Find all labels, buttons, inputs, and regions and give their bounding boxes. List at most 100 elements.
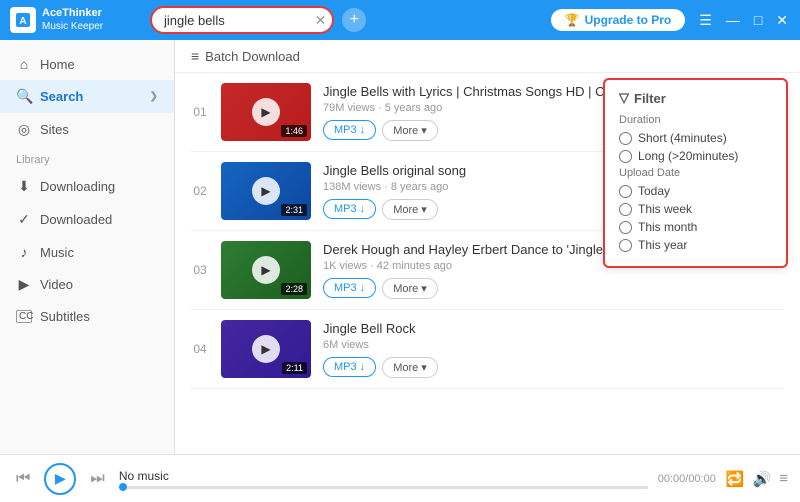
play-icon: ▶ — [252, 256, 280, 284]
play-icon: ▶ — [252, 98, 280, 126]
filter-option-year[interactable]: This year — [619, 238, 772, 252]
home-icon: ⌂ — [16, 56, 32, 72]
filter-radio-week[interactable] — [619, 203, 632, 216]
filter-radio-month[interactable] — [619, 221, 632, 234]
result-number: 01 — [191, 105, 209, 119]
progress-dot — [119, 483, 127, 491]
filter-radio-today[interactable] — [619, 185, 632, 198]
more-options-button[interactable]: More ▾ — [382, 278, 438, 299]
search-input[interactable] — [150, 6, 334, 34]
search-clear-button[interactable]: ✕ — [315, 13, 327, 27]
app-logo: A AceThinker Music Keeper — [10, 7, 140, 33]
filter-icon: ▽ — [619, 90, 629, 106]
duration-label: Duration — [619, 114, 772, 126]
upgrade-button[interactable]: 🏆 Upgrade to Pro — [551, 9, 686, 31]
filter-option-month[interactable]: This month — [619, 220, 772, 234]
track-name: No music — [119, 469, 648, 483]
sidebar-item-sites[interactable]: ◎ Sites — [0, 113, 174, 146]
duration-badge: 1:46 — [281, 125, 307, 137]
video-icon: ▶ — [16, 276, 32, 293]
filter-option-week[interactable]: This week — [619, 202, 772, 216]
filter-option-long[interactable]: Long (>20minutes) — [619, 149, 772, 163]
result-thumbnail: ▶ 1:46 — [221, 83, 311, 141]
result-actions: MP3 ↓ More ▾ — [323, 278, 784, 299]
downloaded-icon: ✓ — [16, 211, 32, 228]
batch-download-label: Batch Download — [205, 49, 300, 64]
chevron-icon: ❯ — [150, 91, 158, 102]
play-button[interactable]: ▶ — [44, 463, 76, 495]
library-label: Library — [0, 146, 174, 170]
playlist-button[interactable]: ≡ — [779, 470, 788, 487]
result-number: 02 — [191, 184, 209, 198]
duration-badge: 2:31 — [281, 204, 307, 216]
menu-button[interactable]: ☰ — [697, 10, 714, 31]
bottom-player: ⏮ ▶ ⏭ No music 00:00/00:00 🔁 🔊 ≡ — [0, 454, 800, 502]
result-title: Jingle Bell Rock — [323, 321, 784, 336]
search-bar-container: ✕ — [150, 6, 334, 34]
result-number: 04 — [191, 342, 209, 356]
result-number: 03 — [191, 263, 209, 277]
filter-header: ▽ Filter — [619, 90, 772, 106]
mp3-download-button[interactable]: MP3 ↓ — [323, 278, 376, 298]
sidebar-item-downloading[interactable]: ⬇ Downloading — [0, 170, 174, 203]
maximize-button[interactable]: □ — [752, 10, 764, 30]
player-track: No music — [119, 469, 648, 489]
filter-radio-long[interactable] — [619, 150, 632, 163]
batch-bar: ≡ Batch Download — [175, 40, 800, 73]
player-time: 00:00/00:00 — [658, 473, 716, 485]
result-thumbnail: ▶ 2:28 — [221, 241, 311, 299]
minimize-button[interactable]: — — [724, 10, 742, 30]
filter-radio-year[interactable] — [619, 239, 632, 252]
filter-title: Filter — [634, 91, 666, 106]
logo-icon: A — [10, 7, 36, 33]
result-actions: MP3 ↓ More ▾ — [323, 357, 784, 378]
mp3-download-button[interactable]: MP3 ↓ — [323, 120, 376, 140]
duration-badge: 2:11 — [282, 362, 307, 374]
title-bar: A AceThinker Music Keeper ✕ + 🏆 Upgrade … — [0, 0, 800, 40]
result-thumbnail: ▶ 2:31 — [221, 162, 311, 220]
next-button[interactable]: ⏭ — [86, 466, 108, 492]
result-thumbnail: ▶ 2:11 — [221, 320, 311, 378]
result-info: Jingle Bell Rock 6M views MP3 ↓ More ▾ — [323, 321, 784, 378]
window-controls: ☰ — □ ✕ — [697, 10, 790, 31]
sites-icon: ◎ — [16, 121, 32, 138]
main-layout: ⌂ Home 🔍 Search ❯ ◎ Sites Library ⬇ Down… — [0, 40, 800, 454]
play-icon: ▶ — [252, 177, 280, 205]
mp3-download-button[interactable]: MP3 ↓ — [323, 357, 376, 377]
upgrade-icon: 🏆 — [565, 13, 580, 27]
sidebar: ⌂ Home 🔍 Search ❯ ◎ Sites Library ⬇ Down… — [0, 40, 175, 454]
result-meta: 6M views — [323, 339, 784, 351]
svg-text:A: A — [19, 16, 26, 27]
filter-option-short[interactable]: Short (4minutes) — [619, 131, 772, 145]
sidebar-item-home[interactable]: ⌂ Home — [0, 48, 174, 80]
batch-icon: ≡ — [191, 48, 199, 64]
table-row: 04 ▶ 2:11 Jingle Bell Rock 6M views MP3 … — [191, 310, 784, 389]
filter-option-today[interactable]: Today — [619, 184, 772, 198]
more-options-button[interactable]: More ▾ — [382, 357, 438, 378]
subtitles-icon: CC — [16, 310, 32, 323]
previous-button[interactable]: ⏮ — [12, 466, 34, 492]
sidebar-item-music[interactable]: ♪ Music — [0, 236, 174, 268]
filter-panel: ▽ Filter Duration Short (4minutes) Long … — [603, 78, 788, 268]
play-icon: ▶ — [252, 335, 280, 363]
sidebar-item-subtitles[interactable]: CC Subtitles — [0, 301, 174, 332]
add-tab-button[interactable]: + — [342, 8, 366, 32]
close-button[interactable]: ✕ — [774, 10, 790, 31]
mp3-download-button[interactable]: MP3 ↓ — [323, 199, 376, 219]
duration-badge: 2:28 — [281, 283, 307, 295]
music-icon: ♪ — [16, 244, 32, 260]
download-icon: ⬇ — [16, 178, 32, 195]
filter-radio-short[interactable] — [619, 132, 632, 145]
content-area: ≡ Batch Download 01 ▶ 1:46 Jingle Bells … — [175, 40, 800, 454]
app-name: AceThinker Music Keeper — [42, 7, 103, 32]
sidebar-item-downloaded[interactable]: ✓ Downloaded — [0, 203, 174, 236]
sidebar-item-search[interactable]: 🔍 Search ❯ — [0, 80, 174, 113]
progress-bar[interactable] — [119, 486, 648, 489]
more-options-button[interactable]: More ▾ — [382, 199, 438, 220]
volume-button[interactable]: 🔊 — [753, 470, 772, 488]
upload-date-label: Upload Date — [619, 167, 772, 179]
sidebar-item-video[interactable]: ▶ Video — [0, 268, 174, 301]
more-options-button[interactable]: More ▾ — [382, 120, 438, 141]
search-icon: 🔍 — [16, 88, 32, 105]
repeat-button[interactable]: 🔁 — [726, 470, 745, 488]
